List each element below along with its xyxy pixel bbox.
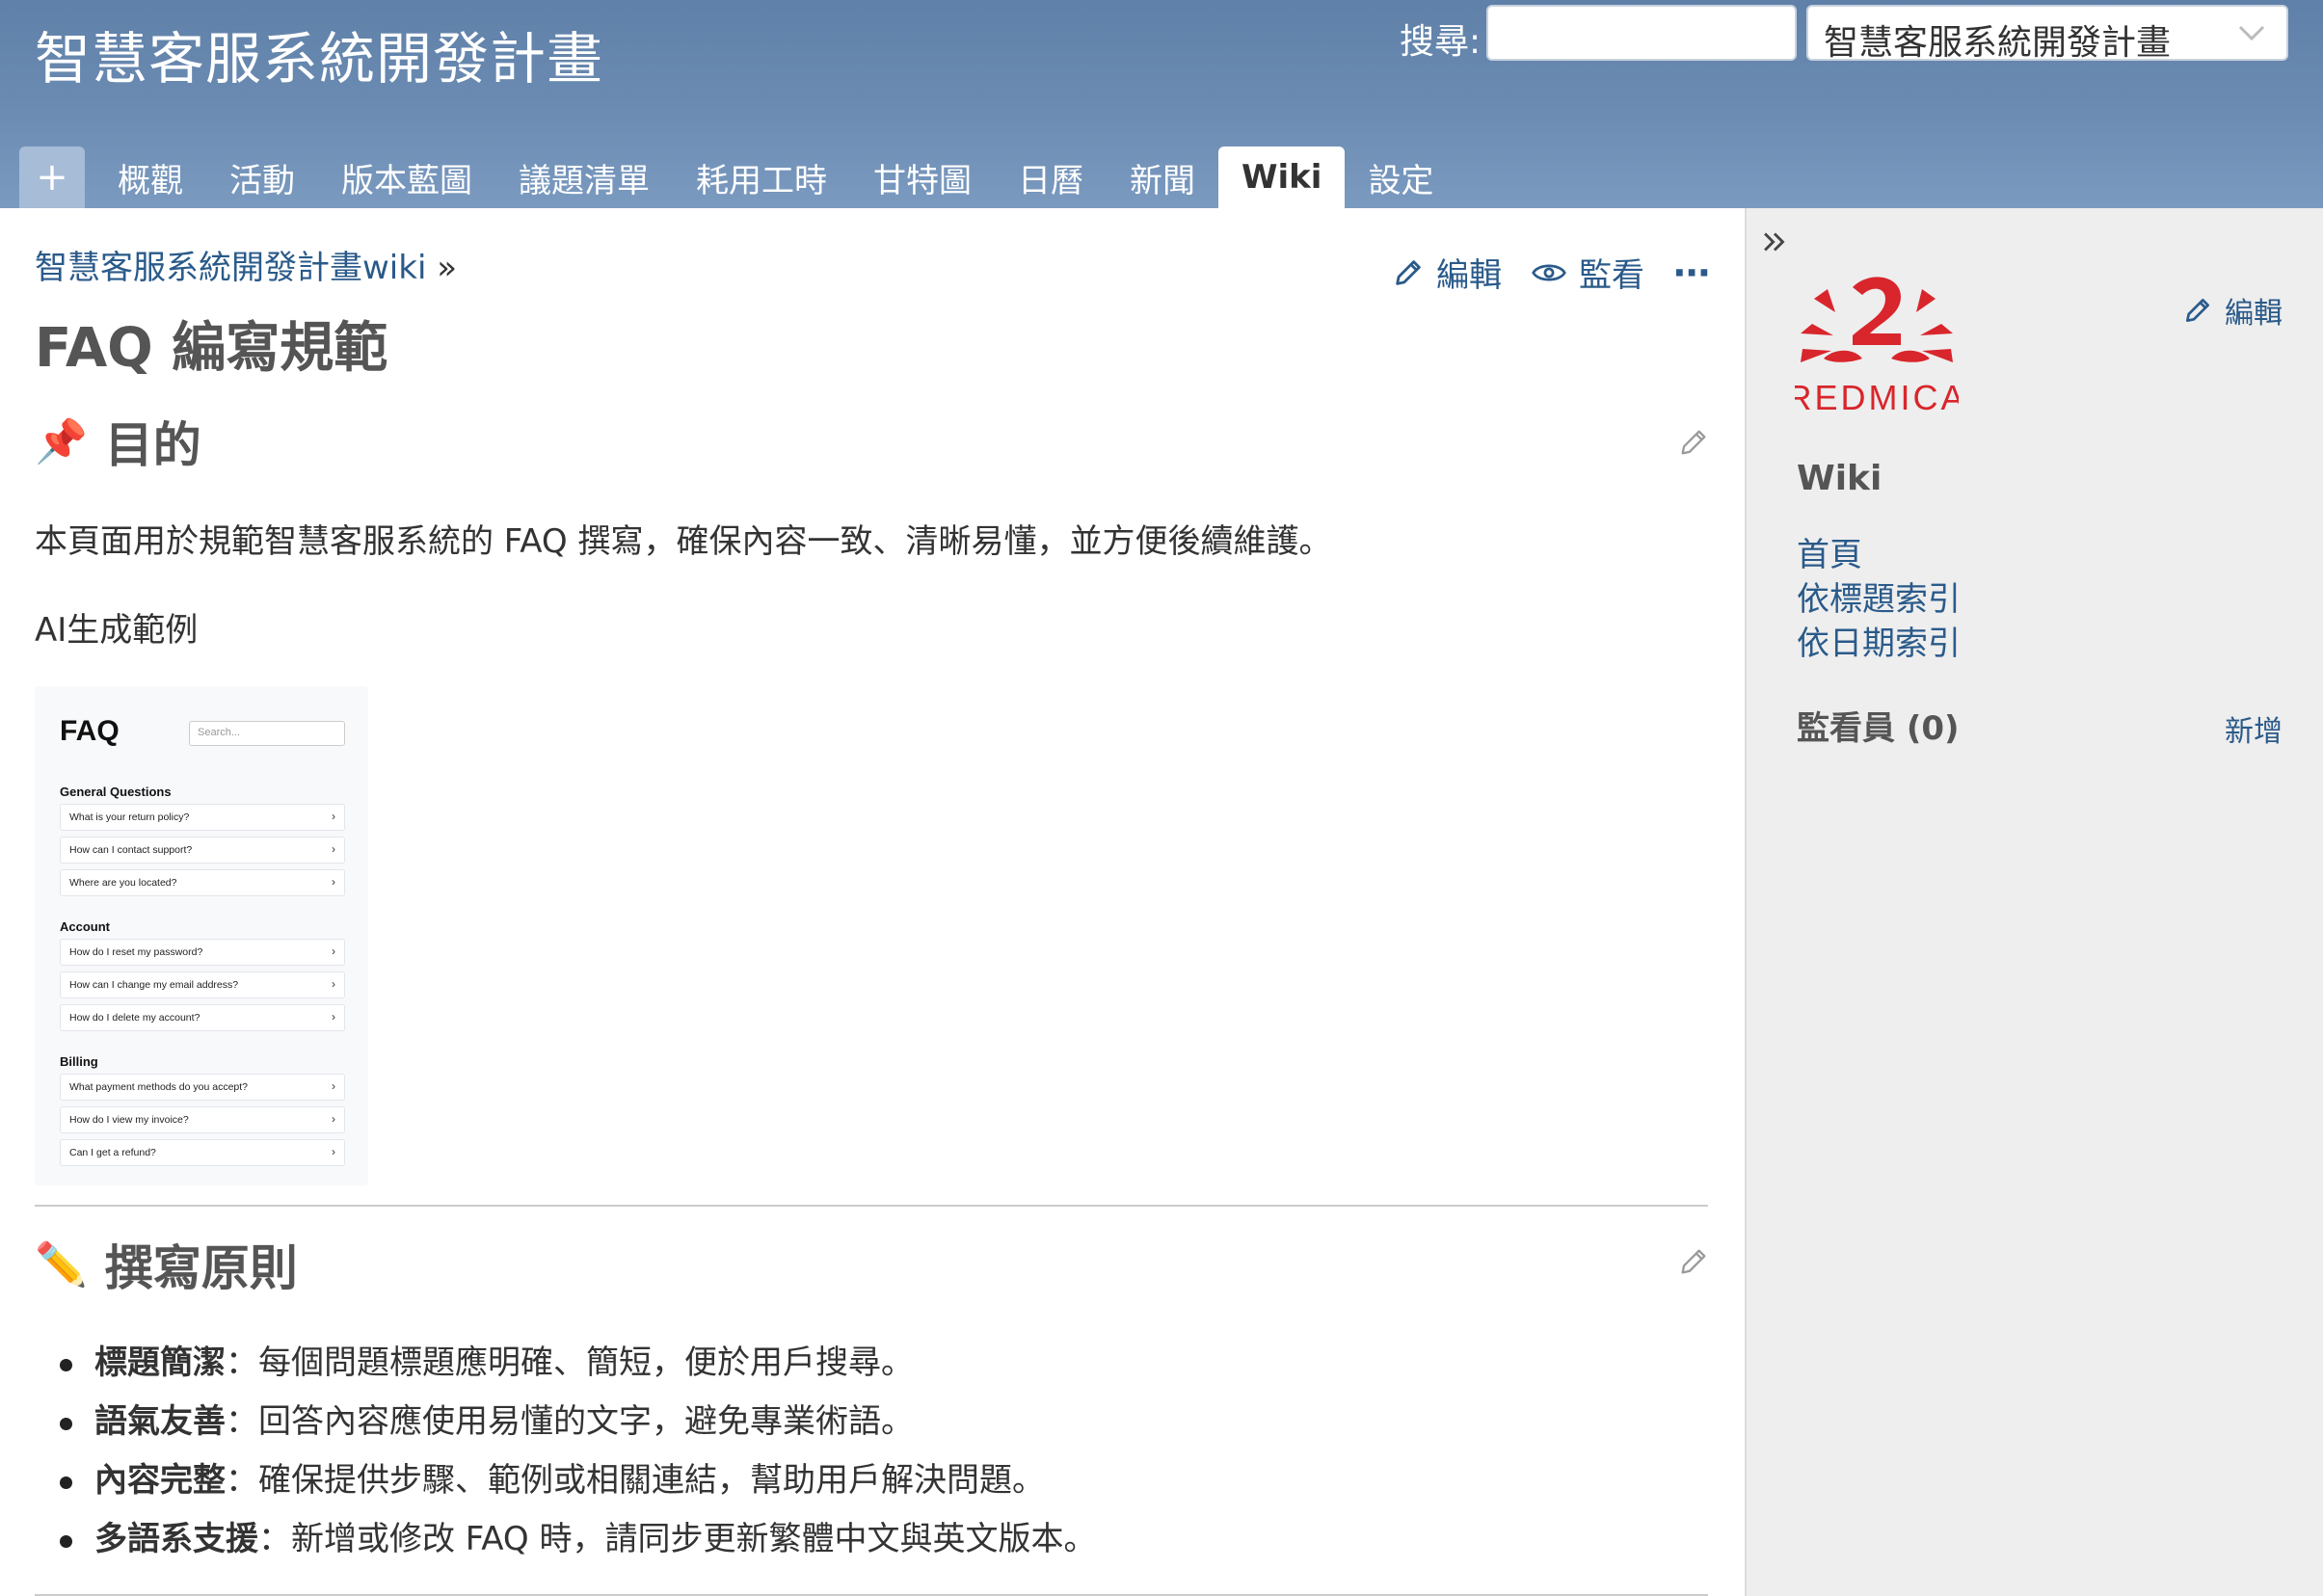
watch-label: 監看 <box>1579 256 1644 295</box>
project-title[interactable]: 智慧客服系統開發計畫 <box>35 13 603 94</box>
top-header: 智慧客服系統開發計畫 搜尋: 智慧客服系統開發計畫 + 概觀 活動 版本藍圖 議… <box>0 0 2323 208</box>
purpose-paragraph: 本頁面用於規範智慧客服系統的 FAQ 撰寫，確保內容一致、清晰易懂，並方便後續維… <box>35 522 1332 561</box>
edit-label: 編輯 <box>1436 256 1502 295</box>
tab-time-entries[interactable]: 耗用工時 <box>673 146 850 208</box>
section-edit-pencil-icon[interactable] <box>1677 1245 1710 1282</box>
principles-list: 標題簡潔：每個問題標題應明確、簡短，便於用戶搜尋。 語氣友善：回答內容應使用易懂… <box>59 1334 1096 1569</box>
sidebar-link-index-by-date[interactable]: 依日期索引 <box>1797 617 1961 664</box>
tab-gantt[interactable]: 甘特圖 <box>850 146 995 208</box>
tab-settings[interactable]: 設定 <box>1345 146 1456 208</box>
tab-issues[interactable]: 議題清單 <box>495 146 673 208</box>
pencil-icon: ✏️ <box>35 1240 88 1290</box>
project-select-value: 智慧客服系統開發計畫 <box>1824 23 2172 63</box>
faq-question-row: Can I get a refund? › <box>60 1139 345 1166</box>
pencil-icon <box>2182 295 2213 326</box>
tab-roadmap[interactable]: 版本藍圖 <box>318 146 495 208</box>
breadcrumb-wiki-link[interactable]: 智慧客服系統開發計畫wiki <box>35 249 426 287</box>
faq-question-row: How do I reset my password? › <box>60 939 345 966</box>
section-heading-principles: ✏️ 撰寫原則 <box>35 1230 298 1299</box>
chevron-right-icon: › <box>332 944 335 958</box>
main-menu-tabs: + 概觀 活動 版本藍圖 議題清單 耗用工時 甘特圖 日曆 新聞 Wiki 設定 <box>19 145 1456 208</box>
page-title: FAQ 編寫規範 <box>35 317 388 380</box>
tab-activity[interactable]: 活動 <box>206 146 318 208</box>
chevron-right-icon: › <box>332 1079 335 1093</box>
edit-link[interactable]: 編輯 <box>1392 249 1502 296</box>
tab-calendar[interactable]: 日曆 <box>995 146 1107 208</box>
new-object-button[interactable]: + <box>19 146 85 208</box>
chevron-right-icon: › <box>332 1145 335 1158</box>
chevron-right-icon: › <box>332 875 335 889</box>
faq-question-row: How do I delete my account? › <box>60 1004 345 1031</box>
faq-question-row: What payment methods do you accept? › <box>60 1074 345 1101</box>
redmica-logo: REDMICA <box>1786 270 1964 424</box>
tab-wiki[interactable]: Wiki <box>1218 146 1346 208</box>
sidebar-link-home[interactable]: 首頁 <box>1797 528 1862 575</box>
watch-link[interactable]: 監看 <box>1531 249 1644 296</box>
sidebar-edit-link[interactable]: 編輯 <box>2182 289 2283 332</box>
tab-overview[interactable]: 概觀 <box>94 146 206 208</box>
list-item: 語氣友善：回答內容應使用易懂的文字，避免專業術語。 <box>59 1393 1096 1451</box>
eye-icon <box>1531 258 1567 287</box>
list-item: 標題簡潔：每個問題標題應明確、簡短，便於用戶搜尋。 <box>59 1334 1096 1393</box>
faq-question-row: How can I change my email address? › <box>60 971 345 998</box>
pencil-icon <box>1392 256 1425 289</box>
sidebar-collapse-icon[interactable] <box>1758 226 1791 262</box>
faq-category: General Questions <box>60 785 172 799</box>
chevron-right-icon: › <box>332 977 335 991</box>
section-title: 撰寫原則 <box>104 1240 298 1296</box>
section-divider <box>35 1205 1708 1207</box>
more-actions-button[interactable]: ⋯ <box>1673 252 1710 294</box>
faq-question-row: How do I view my invoice? › <box>60 1106 345 1133</box>
breadcrumb-separator: » <box>437 249 458 287</box>
logo-text: REDMICA <box>1795 378 1959 417</box>
faq-category: Account <box>60 919 110 934</box>
faq-category: Billing <box>60 1054 98 1069</box>
list-item: 多語系支援：新增或修改 FAQ 時，請同步更新繁體中文與英文版本。 <box>59 1510 1096 1569</box>
pushpin-icon: 📌 <box>35 417 88 466</box>
tab-news[interactable]: 新聞 <box>1107 146 1218 208</box>
example-label: AI生成範例 <box>35 611 199 650</box>
chevron-down-icon <box>2234 18 2269 47</box>
faq-question-row: How can I contact support? › <box>60 837 345 864</box>
breadcrumb: 智慧客服系統開發計畫wiki » <box>35 241 457 288</box>
chevron-right-icon: › <box>332 842 335 856</box>
chevron-right-icon: › <box>332 1010 335 1024</box>
faq-question-row: Where are you located? › <box>60 869 345 896</box>
faq-image-title: FAQ <box>60 715 120 747</box>
sidebar: REDMICA 編輯 Wiki 首頁 依標題索引 依日期索引 監看員 (0) 新… <box>1745 208 2323 1596</box>
contextual-actions: 編輯 監看 ⋯ <box>1392 249 1710 296</box>
watchers-title: 監看員 (0) <box>1797 709 1960 748</box>
search-input[interactable] <box>1486 5 1797 61</box>
add-watcher-link[interactable]: 新增 <box>2225 707 2283 750</box>
section-edit-pencil-icon[interactable] <box>1677 426 1710 463</box>
sidebar-edit-label: 編輯 <box>2225 297 2283 331</box>
faq-example-image[interactable]: FAQ Search... General Questions What is … <box>35 686 368 1185</box>
chevron-right-icon: › <box>332 1112 335 1126</box>
search-label: 搜尋: <box>1400 22 1482 62</box>
wiki-content: 智慧客服系統開發計畫wiki » 編輯 監看 ⋯ FAQ 編寫規範 📌 目的 本… <box>0 208 1745 1596</box>
sidebar-wiki-title: Wiki <box>1797 459 1882 498</box>
more-icon: ⋯ <box>1673 251 1710 294</box>
section-heading-purpose: 📌 目的 <box>35 407 201 476</box>
section-title: 目的 <box>104 417 201 473</box>
faq-image-search: Search... <box>189 721 345 746</box>
chevron-right-icon: › <box>332 810 335 823</box>
project-jump-select[interactable]: 智慧客服系統開發計畫 <box>1806 5 2288 63</box>
sidebar-link-index-by-title[interactable]: 依標題索引 <box>1797 572 1961 620</box>
faq-question-row: What is your return policy? › <box>60 804 345 831</box>
list-item: 內容完整：確保提供步驟、範例或相關連結，幫助用戶解決問題。 <box>59 1451 1096 1510</box>
